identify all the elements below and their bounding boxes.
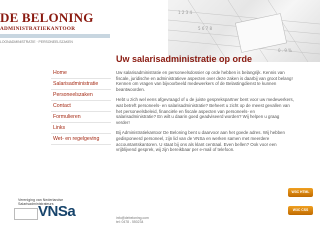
vnsa-logo[interactable]: Vereniging van Nederlandse Salarisadmini… bbox=[4, 194, 104, 224]
svg-text:5 6 7 8: 5 6 7 8 bbox=[198, 26, 212, 31]
footer-phone: tel: 0478 - 550234 bbox=[116, 220, 144, 224]
logo-bar bbox=[0, 34, 110, 38]
logo[interactable]: DE BELONING ADMINISTRATIEKANTOOR LOONADM… bbox=[0, 10, 118, 50]
w3c-css-badge[interactable]: W3C CSS bbox=[288, 206, 313, 215]
w3c-html-badge[interactable]: W3C HTML 4.01 bbox=[288, 188, 313, 203]
nav-item-links[interactable]: Links bbox=[51, 123, 111, 134]
nav-item-wet-en-regelgeving[interactable]: Wet- en regelgeving bbox=[51, 134, 111, 145]
logo-subtitle: ADMINISTRATIEKANTOOR bbox=[0, 26, 76, 32]
nav-item-salarisadministratie[interactable]: Salarisadministratie bbox=[51, 79, 111, 90]
partner-logo-icon bbox=[14, 208, 38, 220]
nav-item-contact[interactable]: Contact bbox=[51, 101, 111, 112]
page: DE BELONING ADMINISTRATIEKANTOOR LOONADM… bbox=[0, 0, 320, 240]
content-paragraph: Bij Administratiekantoor De Beloning ben… bbox=[116, 130, 285, 153]
nav-item-formulieren[interactable]: Formulieren bbox=[51, 112, 111, 123]
page-title: Uw salarisadministratie op orde bbox=[116, 54, 253, 64]
svg-text:1 2 3 4: 1 2 3 4 bbox=[178, 10, 192, 15]
vnsa-wordmark: VNSa bbox=[38, 203, 76, 220]
main-content: Uw salarisadministratie en personeelsdos… bbox=[116, 70, 294, 158]
nav-item-home[interactable]: Home bbox=[51, 68, 111, 79]
content-paragraph: Uw salarisadministratie en personeelsdos… bbox=[116, 70, 293, 92]
svg-text:0 . 9 %: 0 . 9 % bbox=[278, 48, 292, 53]
main-nav: Home Salarisadministratie Personeelszake… bbox=[51, 68, 111, 145]
contact-footer: info@debeloning.com tel: 0478 - 550234 bbox=[116, 216, 149, 224]
logo-tagline: LOONADMINISTRATIE · PERSONEELSZAKEN bbox=[0, 40, 73, 44]
nav-item-personeelszaken[interactable]: Personeelszaken bbox=[51, 90, 111, 101]
logo-name: DE BELONING bbox=[0, 10, 94, 25]
content-paragraph: Hebt u zich wel eens afgevraagd of u de … bbox=[116, 97, 294, 125]
header-photo: 1 2 3 4 5 6 7 8 0 . 9 % bbox=[168, 0, 320, 62]
